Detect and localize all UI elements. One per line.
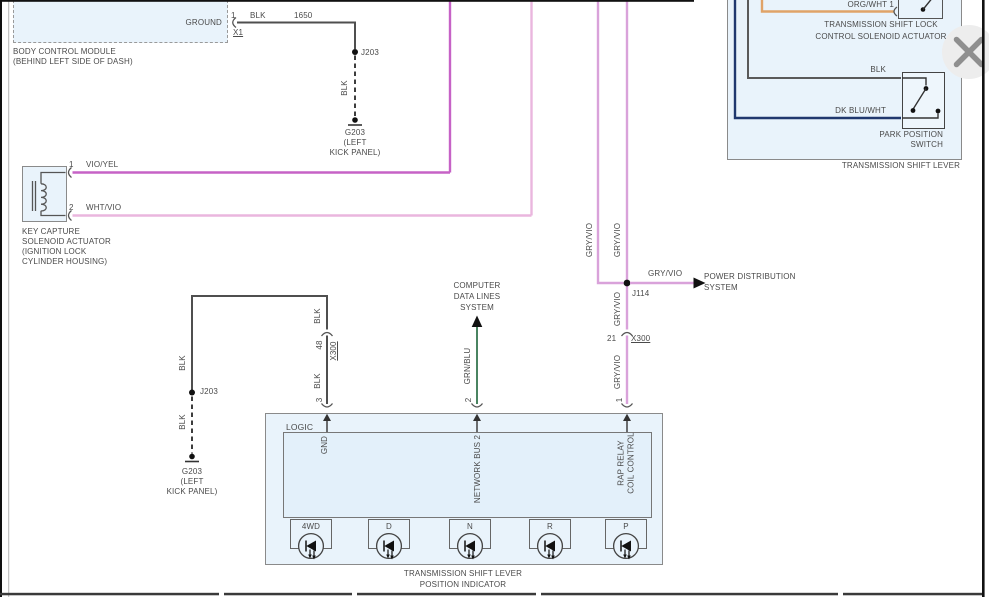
bcm-ground-label: GROUND [185,18,222,27]
park-switch-name1: PARK POSITION [879,130,943,139]
ground-g203-dot-2 [189,453,195,460]
g203-loc2-2: KICK PANEL) [166,487,218,496]
lamp-label-r: R [547,522,553,531]
computer-data-line3: SYSTEM [460,303,494,312]
park-blk-label: BLK [870,65,886,74]
gry-vio-wires [596,0,706,408]
key-capture-pin1: 1 [69,160,74,169]
lamp-label-n: N [467,522,473,531]
ground-g203-dot [352,117,358,123]
bcm-name-line1: BODY CONTROL MODULE [13,47,116,56]
wht-vio-label: WHT/VIO [86,203,122,212]
indicator-rap-relay-label: RAP RELAY COIL CONTROL [617,432,636,494]
indicator-pin2-number: 2 [464,397,473,403]
indicator-gnd-label: GND [320,435,329,455]
bcm-wire-color: BLK [250,11,266,20]
park-position-switch-box [902,71,945,129]
dk-blu-wht-label: DK BLU/WHT [835,106,886,115]
power-distribution-line1: POWER DISTRIBUTION [704,272,796,281]
blk-rotated-left-upper: BLK [178,355,187,371]
logic-label: LOGIC [286,422,314,432]
indicator-name-line2: POSITION INDICATOR [419,580,507,589]
x300-pin48: 48 [315,340,324,350]
g203-id: G203 [344,128,366,137]
blk-rotated-left-lower: BLK [178,414,187,430]
bottom-table-edge [0,592,982,596]
bcm-name-line2: (BEHIND LEFT SIDE OF DASH) [13,57,133,66]
g203-id-2: G203 [181,467,203,476]
gry-vio-rotated-d: GRY/VIO [613,354,622,390]
bcm-ground-wire [232,16,362,126]
org-wht-label: ORG/WHT 1 [847,0,894,9]
key-capture-box [22,166,67,222]
splice-j203-dot [352,49,358,55]
lamp-label-p: P [623,522,629,531]
grn-blu-wire [470,315,484,408]
blk-rotated-right-lower: BLK [313,373,322,389]
x300-connector-label-2: X300 [329,341,338,361]
indicator-network-bus-label: NETWORK BUS 2 [473,434,482,504]
gry-vio-rotated-c: GRY/VIO [613,291,622,327]
bcm-blk-rotated: BLK [340,80,349,96]
shift-lever-assembly-name: TRANSMISSION SHIFT LEVER [841,161,960,170]
gry-vio-rotated-b: GRY/VIO [613,222,622,258]
gry-vio-horizontal-label: GRY/VIO [648,269,683,278]
wiring-diagram-page: GROUND 1 X1 BLK 1650 BODY CONTROL MODULE… [0,0,989,597]
splice-j114-dot [623,279,631,287]
shift-lock-solenoid-name1: TRANSMISSION SHIFT LOCK [824,20,938,29]
rap-relay-line2: COIL CONTROL [626,432,635,494]
bcm-circuit-number: 1650 [294,11,313,20]
g203-loc2: KICK PANEL) [329,148,381,157]
x300-pin21: 21 [607,334,617,343]
power-distribution-line2: SYSTEM [704,283,738,292]
key-capture-name4: CYLINDER HOUSING) [22,257,108,266]
indicator-name-line1: TRANSMISSION SHIFT LEVER [403,569,523,578]
key-capture-name1: KEY CAPTURE [22,227,80,236]
logic-box [283,431,652,519]
splice-j203-label-2: J203 [200,387,218,396]
shift-lock-solenoid-name2: CONTROL SOLENOID ACTUATOR [815,32,947,41]
g203-loc1: (LEFT [343,138,367,147]
rap-relay-line1: RAP RELAY [616,440,626,486]
g203-loc1-2: (LEFT [180,477,204,486]
splice-j203-label: J203 [361,48,379,57]
grn-blu-rotated: GRN/BLU [463,347,472,385]
gry-vio-rotated-a: GRY/VIO [585,222,594,258]
lamp-label-4wd: 4WD [301,522,321,531]
computer-data-line1: COMPUTER [453,281,501,290]
shift-lock-solenoid-box [898,0,943,19]
key-capture-name3: (IGNITION LOCK [22,247,87,256]
lamp-label-d: D [386,522,392,531]
splice-j114-label: J114 [632,289,650,298]
computer-data-line2: DATA LINES [453,292,501,301]
key-capture-name2: SOLENOID ACTUATOR [22,237,111,246]
indicator-pin3-number: 3 [315,397,324,403]
splice-j203-dot-2 [189,389,195,396]
computer-data-arrow [471,315,483,327]
park-switch-name2: SWITCH [910,140,943,149]
bcm-connector-x1: X1 [233,28,244,37]
indicator-pin1-number: 1 [615,397,624,403]
x300-connector-label: X300 [631,334,651,343]
key-capture-pin2: 2 [69,203,74,212]
bcm-pin-number: 1 [231,11,236,20]
blk-rotated-right-upper: BLK [313,308,322,324]
vio-yel-label: VIO/YEL [86,160,119,169]
